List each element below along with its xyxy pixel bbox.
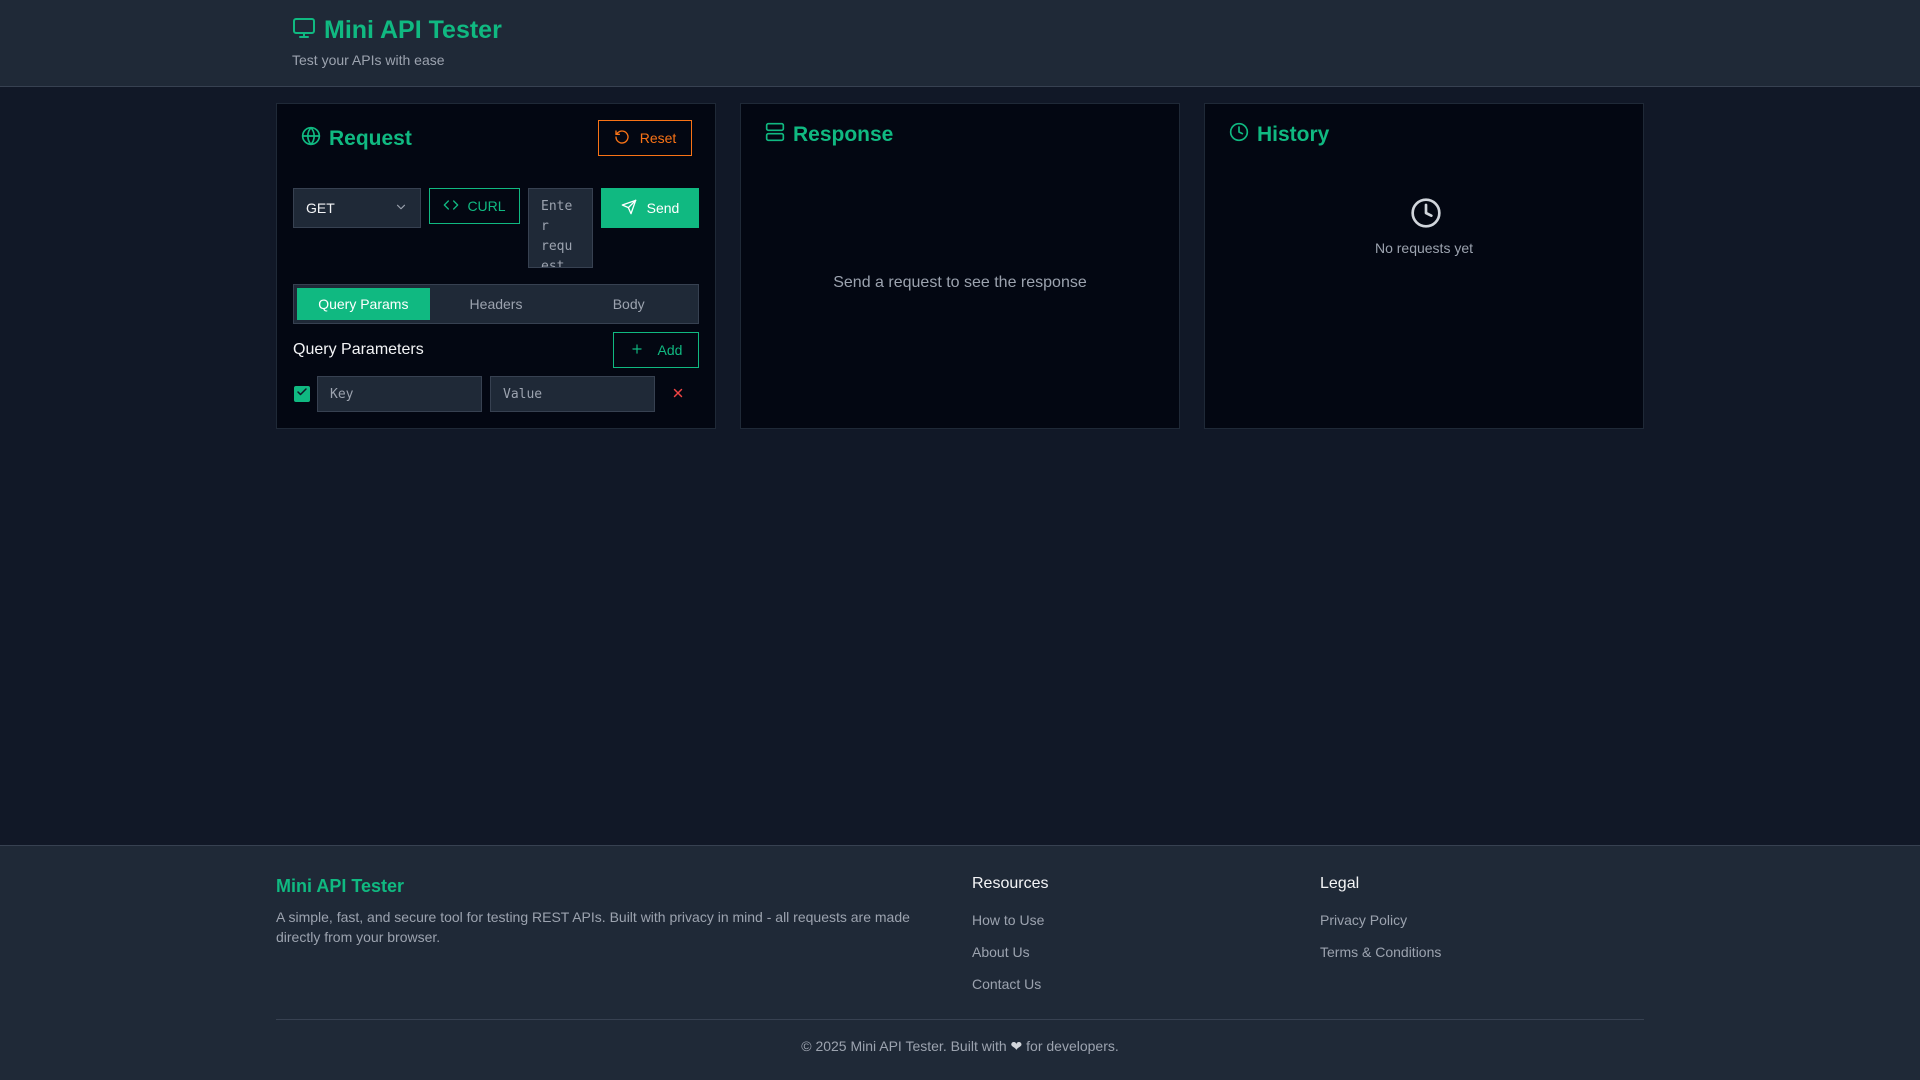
code-icon [443, 197, 459, 216]
reset-button[interactable]: Reset [598, 120, 692, 156]
footer-link-about-us[interactable]: About Us [972, 944, 1030, 960]
url-input[interactable] [528, 188, 593, 268]
response-empty-text: Send a request to see the response [833, 274, 1087, 291]
add-param-button[interactable]: Add [613, 332, 699, 368]
history-title: History [1229, 122, 1329, 148]
response-title-label: Response [793, 123, 894, 146]
method-select[interactable]: GET [293, 188, 421, 228]
history-empty-clock-icon [1410, 197, 1442, 234]
brand: Mini API Tester [292, 16, 502, 45]
footer-link-how-to-use[interactable]: How to Use [972, 912, 1044, 928]
param-key-input[interactable] [317, 376, 482, 412]
response-title: Response [765, 122, 893, 148]
method-value: GET [306, 200, 335, 216]
param-enabled-checkbox[interactable] [294, 386, 310, 402]
footer-link-contact-us[interactable]: Contact Us [972, 976, 1041, 992]
server-icon [765, 122, 785, 148]
query-parameters-heading: Query Parameters [293, 341, 424, 358]
reset-label: Reset [639, 130, 677, 146]
history-panel: History No requests yet [1204, 103, 1644, 429]
monitor-icon [292, 16, 316, 45]
globe-icon [301, 126, 321, 152]
send-button[interactable]: Send [601, 188, 699, 228]
curl-button[interactable]: CURL [429, 188, 520, 224]
tab-query-params[interactable]: Query Params [297, 288, 430, 320]
request-tabs: Query Params Headers Body [293, 284, 699, 324]
request-title-label: Request [329, 127, 412, 150]
footer-legal-title: Legal [1320, 875, 1360, 892]
copyright-prefix: © 2025 Mini API Tester. Built with [801, 1038, 1007, 1054]
request-panel: Request Reset GET CURL Send Query Params… [276, 103, 716, 429]
send-label: Send [646, 200, 680, 216]
plus-icon [630, 342, 644, 359]
footer-link-terms[interactable]: Terms & Conditions [1320, 944, 1441, 960]
remove-param-button[interactable] [670, 386, 686, 402]
footer-copyright: © 2025 Mini API Tester. Built with ❤ for… [0, 1038, 1920, 1055]
history-title-label: History [1257, 123, 1330, 146]
clock-icon [1229, 122, 1249, 148]
app-header: Mini API Tester Test your APIs with ease [0, 0, 1920, 87]
add-label: Add [657, 342, 683, 358]
history-empty-text: No requests yet [1374, 240, 1474, 256]
footer-divider [276, 1019, 1644, 1020]
tab-body[interactable]: Body [562, 288, 695, 320]
chevron-down-icon [394, 200, 408, 217]
param-value-input[interactable] [490, 376, 655, 412]
tab-headers[interactable]: Headers [430, 288, 563, 320]
footer-resources-title: Resources [972, 875, 1049, 892]
footer-description: A simple, fast, and secure tool for test… [276, 909, 910, 945]
footer: Mini API Tester A simple, fast, and secu… [0, 845, 1920, 1080]
footer-brand: Mini API Tester [276, 876, 405, 896]
check-icon [296, 385, 308, 403]
footer-link-privacy-policy[interactable]: Privacy Policy [1320, 912, 1407, 928]
close-icon [671, 386, 685, 403]
curl-label: CURL [467, 198, 506, 214]
request-title: Request [301, 126, 412, 152]
response-panel: Response Send a request to see the respo… [740, 103, 1180, 429]
app-title: Mini API Tester [324, 16, 502, 44]
copyright-suffix: for developers. [1026, 1038, 1119, 1054]
rotate-ccw-icon [614, 129, 630, 148]
app-subtitle: Test your APIs with ease [292, 52, 445, 68]
send-icon [621, 199, 637, 218]
heart-icon: ❤ [1010, 1038, 1023, 1054]
